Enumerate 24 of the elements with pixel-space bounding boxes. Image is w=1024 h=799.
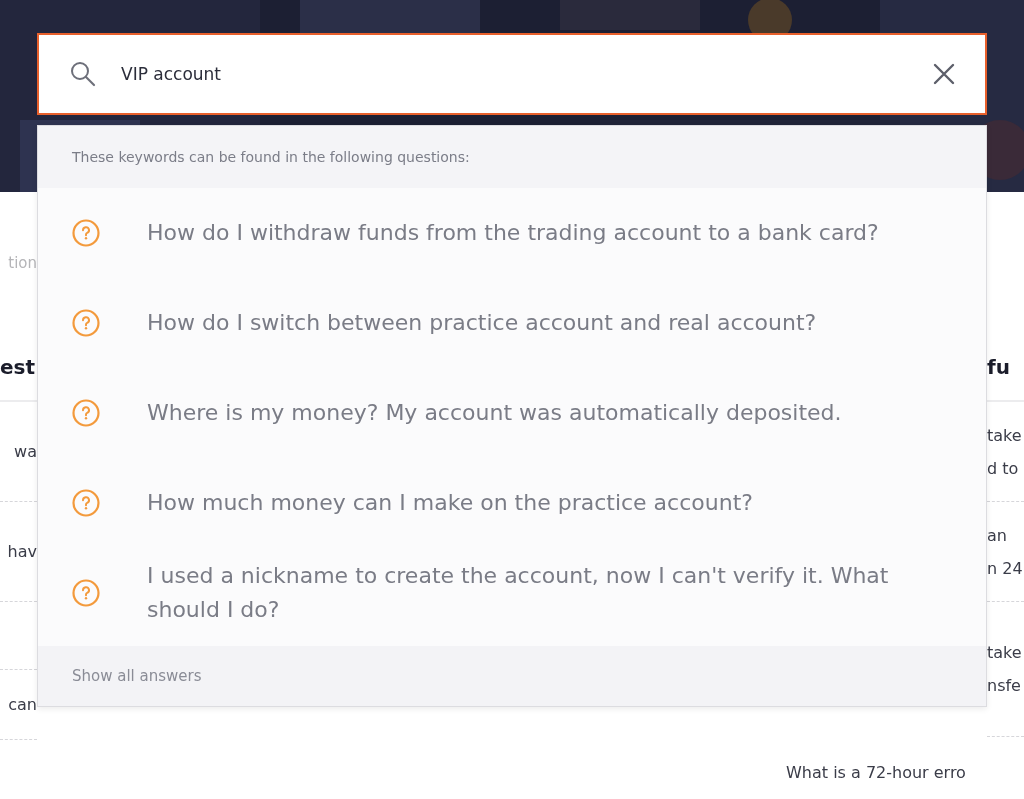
question-link[interactable]: take bbox=[987, 418, 1024, 452]
result-item[interactable]: Where is my money? My account was automatically deposited. bbox=[38, 368, 986, 458]
question-link[interactable]: an bbox=[987, 518, 1024, 552]
question-icon bbox=[71, 308, 101, 338]
question-link[interactable]: hav bbox=[0, 535, 37, 568]
question-link[interactable]: wa bbox=[0, 435, 37, 468]
question-link[interactable]: What is a 72-hour erro bbox=[786, 763, 966, 782]
result-item[interactable]: I used a nickname to create the account, now I can't verify it. What should I do? bbox=[38, 548, 986, 638]
result-item[interactable]: How do I withdraw funds from the trading account to a bank card? bbox=[38, 188, 986, 278]
result-item[interactable]: How do I switch between practice account and real account? bbox=[38, 278, 986, 368]
result-item[interactable]: How much money can I make on the practice account? bbox=[38, 458, 986, 548]
question-icon bbox=[71, 398, 101, 428]
question-icon bbox=[71, 488, 101, 518]
question-link[interactable]: n 24 bbox=[987, 551, 1024, 585]
question-link[interactable]: can bbox=[0, 688, 37, 721]
question-icon bbox=[71, 218, 101, 248]
section-caption: tion bbox=[8, 253, 37, 274]
question-icon bbox=[71, 578, 101, 608]
question-link[interactable]: d to bbox=[987, 451, 1024, 485]
search-icon bbox=[69, 60, 97, 88]
question-link[interactable]: nsfe bbox=[987, 669, 1024, 702]
close-icon[interactable] bbox=[933, 63, 955, 85]
results-hint: These keywords can be found in the following questions: bbox=[38, 126, 986, 188]
question-link[interactable]: take bbox=[987, 636, 1024, 669]
